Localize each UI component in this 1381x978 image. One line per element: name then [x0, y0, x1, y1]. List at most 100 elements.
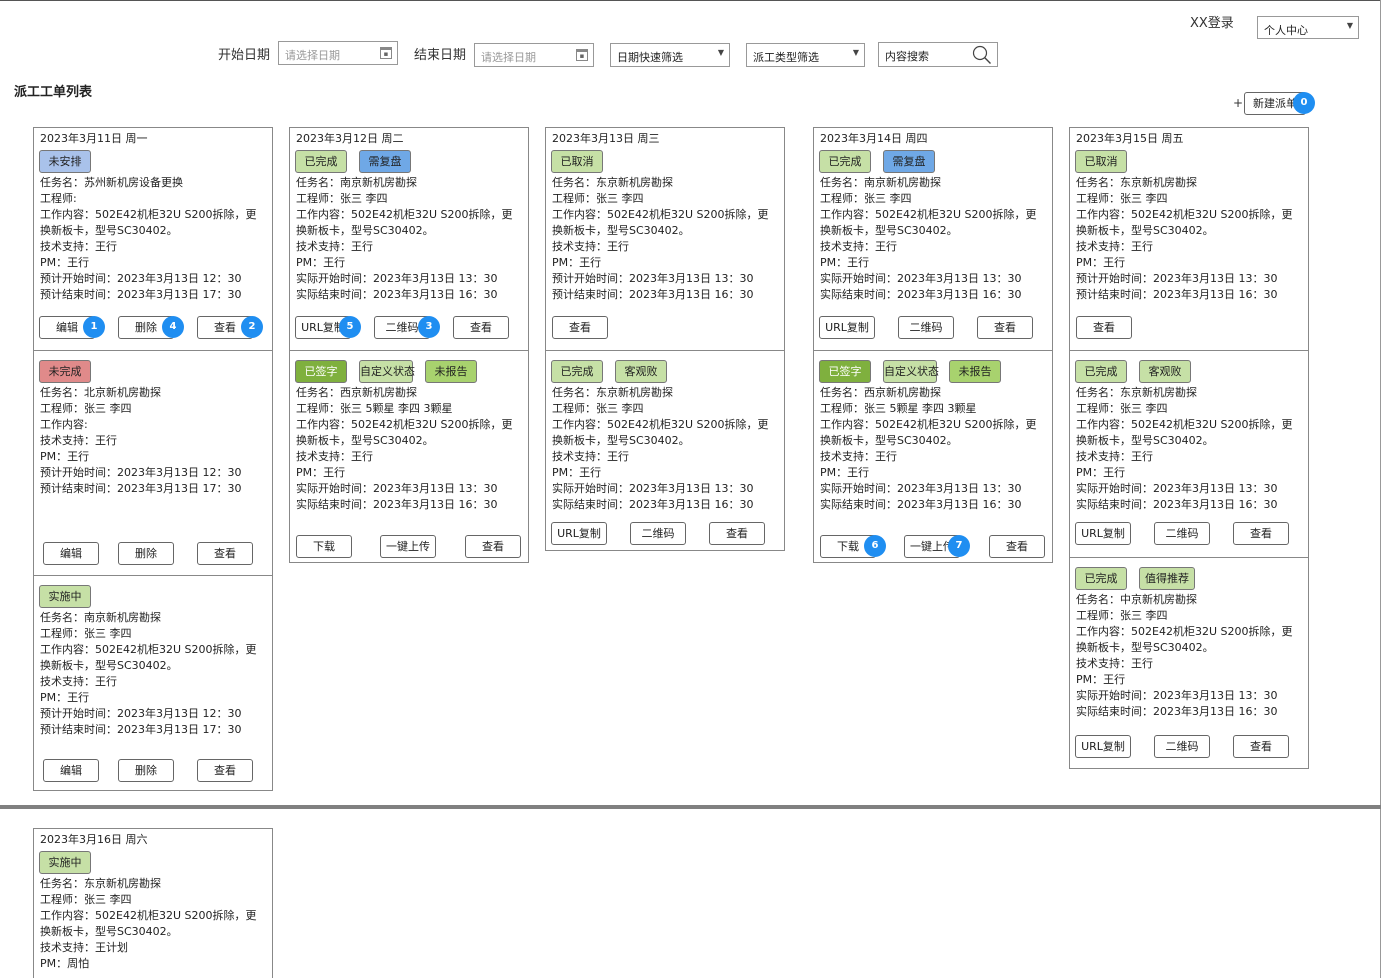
task-detail-line: 任务名：南京新机房勘探	[40, 611, 161, 624]
task-detail-line: 工程师：张三 李四	[296, 192, 388, 205]
step-marker: 3	[418, 316, 440, 338]
view-button[interactable]: 查看	[197, 759, 253, 782]
view-button[interactable]: 查看	[197, 542, 253, 565]
task-detail-line: 技术支持：王行	[296, 240, 373, 253]
start-date-placeholder: 请选择日期	[285, 49, 340, 62]
date-quick-filter-value: 日期快速筛选	[617, 51, 683, 64]
view-button[interactable]: 查看	[989, 535, 1045, 558]
task-detail-line: 实际开始时间：2023年3月13日 13：30	[820, 272, 1022, 285]
copy-url-button[interactable]: URL复制	[1075, 735, 1131, 758]
task-detail-line: 工程师：张三 李四	[40, 402, 132, 415]
task-detail-line: PM：王行	[1076, 466, 1126, 479]
top-border	[0, 0, 1381, 1]
task-detail-line: 技术支持：王行	[40, 675, 117, 688]
task-detail-line: PM：王行	[40, 256, 90, 269]
qr-code-button[interactable]: 二维码	[1154, 522, 1210, 545]
date-quick-filter-select[interactable]: 日期快速筛选 ▼	[610, 43, 730, 67]
needs-review-badge: 需复盘	[359, 150, 411, 173]
task-detail-line: 工作内容：502E42机柜32U S200拆除，更换新板卡，型号SC30402。	[40, 909, 257, 938]
qr-code-button[interactable]: 二维码	[630, 522, 686, 545]
task-detail-line: 预计开始时间：2023年3月13日 13：30	[1076, 272, 1278, 285]
signed-badge: 已签字	[295, 360, 347, 383]
task-detail-line: 实际结束时间：2023年3月13日 16：30	[820, 288, 1022, 301]
step-marker: 5	[339, 316, 361, 338]
task-details: 任务名：西京新机房勘探 工程师：张三 5颗星 李四 3颗星 工作内容：502E42机…	[296, 385, 522, 513]
task-details: 任务名：南京新机房勘探 工程师：张三 李四 工作内容：502E42机柜32U S20…	[40, 610, 266, 738]
task-detail-line: 工作内容：502E42机柜32U S200拆除，更换新板卡，型号SC30402。	[552, 208, 769, 237]
task-detail-line: 实际结束时间：2023年3月13日 16：30	[820, 498, 1022, 511]
custom-status-badge: 自定义状态	[883, 360, 939, 383]
page-title: 派工工单列表	[14, 85, 93, 100]
task-detail-line: 任务名：西京新机房勘探	[820, 386, 941, 399]
chevron-down-icon: ▼	[852, 48, 859, 57]
view-button[interactable]: 查看	[465, 535, 521, 558]
search-icon[interactable]	[972, 45, 992, 65]
day-column: 2023年3月15日 周五 已取消 任务名：东京新机房勘探 工程师：张三 李四 工作内容…	[1069, 127, 1309, 769]
not-reported-badge: 未报告	[425, 360, 477, 383]
search-placeholder: 内容搜索	[885, 50, 929, 63]
download-button[interactable]: 下载	[296, 535, 352, 558]
task-detail-line: PM：周怕	[40, 957, 90, 970]
task-detail-line: 工作内容：502E42机柜32U S200拆除，更换新板卡，型号SC30402。	[1076, 625, 1293, 654]
task-detail-line: 技术支持：王行	[820, 450, 897, 463]
view-button[interactable]: 查看	[1233, 522, 1289, 545]
qr-code-button[interactable]: 二维码	[1154, 735, 1210, 758]
dispatch-type-filter-select[interactable]: 派工类型筛选 ▼	[746, 43, 865, 67]
task-detail-line: 实际结束时间：2023年3月13日 16：30	[1076, 705, 1278, 718]
task-detail-line: 任务名：东京新机房勘探	[552, 176, 673, 189]
task-detail-line: 工作内容：502E42机柜32U S200拆除，更换新板卡，型号SC30402。	[820, 208, 1037, 237]
column-date: 2023年3月16日 周六	[40, 833, 148, 846]
column-date: 2023年3月12日 周二	[296, 132, 404, 145]
objective-fail-badge: 客观败	[615, 360, 667, 383]
calendar-icon: ▪	[576, 49, 588, 61]
task-detail-line: 工程师：张三 5颗星 李四 3颗星	[820, 402, 977, 415]
day-column: 2023年3月12日 周二 已完成 需复盘 任务名：南京新机房勘探 工程师：张三 李四工…	[289, 127, 529, 563]
login-text[interactable]: XX登录	[1190, 12, 1234, 31]
end-date-input[interactable]: 请选择日期 ▪	[474, 43, 594, 67]
task-detail-line: 工程师：张三 李四	[1076, 192, 1168, 205]
view-button[interactable]: 查看	[977, 316, 1033, 339]
task-detail-line: 技术支持：王行	[1076, 450, 1153, 463]
step-marker: 7	[948, 535, 970, 557]
task-detail-line: PM：王行	[40, 691, 90, 704]
task-detail-line: 技术支持：王行	[40, 240, 117, 253]
task-detail-line: 工作内容：502E42机柜32U S200拆除，更换新板卡，型号SC30402。	[820, 418, 1037, 447]
view-button[interactable]: 查看	[709, 522, 765, 545]
work-order-card: 2023年3月12日 周二 已完成 需复盘 任务名：南京新机房勘探 工程师：张三 李四工…	[290, 128, 528, 350]
user-center-select[interactable]: 个人中心 ▼	[1257, 16, 1359, 39]
objective-fail-badge: 客观败	[1139, 360, 1191, 383]
delete-button[interactable]: 删除	[118, 542, 174, 565]
view-button[interactable]: 查看	[552, 316, 608, 339]
view-button[interactable]: 查看	[453, 316, 509, 339]
completed-badge: 已完成	[295, 150, 347, 173]
task-detail-line: PM：王行	[552, 466, 602, 479]
step-marker: 1	[83, 316, 105, 338]
task-details: 任务名：中京新机房勘探 工程师：张三 李四 工作内容：502E42机柜32U S20…	[1076, 592, 1302, 720]
edit-button[interactable]: 编辑	[43, 542, 99, 565]
task-detail-line: 预计结束时间：2023年3月13日 17：30	[40, 723, 242, 736]
view-button[interactable]: 查看	[1233, 735, 1289, 758]
copy-url-button[interactable]: URL复制	[1075, 522, 1131, 545]
plus-icon: +	[1233, 96, 1244, 110]
copy-url-button[interactable]: URL复制	[819, 316, 875, 339]
view-button[interactable]: 查看	[1076, 316, 1132, 339]
start-date-input[interactable]: 请选择日期 ▪	[278, 41, 398, 65]
completed-badge: 已完成	[551, 360, 603, 383]
task-detail-line: PM：王行	[296, 466, 346, 479]
copy-url-button[interactable]: URL复制	[551, 522, 607, 545]
task-detail-line: 实际开始时间：2023年3月13日 13：30	[296, 482, 498, 495]
search-input[interactable]: 内容搜索	[878, 42, 998, 67]
task-detail-line: 实际开始时间：2023年3月13日 13：30	[552, 482, 754, 495]
dispatch-type-filter-value: 派工类型筛选	[753, 51, 819, 64]
task-detail-line: 技术支持：王计划	[40, 941, 128, 954]
task-detail-line: 预计结束时间：2023年3月13日 16：30	[1076, 288, 1278, 301]
task-detail-line: 技术支持：王行	[1076, 657, 1153, 670]
task-detail-line: 技术支持：王行	[40, 434, 117, 447]
edit-button[interactable]: 编辑	[43, 759, 99, 782]
task-detail-line: 工程师：张三 李四	[552, 402, 644, 415]
one-click-upload-button[interactable]: 一键上传	[380, 535, 436, 558]
task-detail-line: 实际结束时间：2023年3月13日 16：30	[296, 288, 498, 301]
user-center-value: 个人中心	[1264, 24, 1308, 37]
qr-code-button[interactable]: 二维码	[898, 316, 954, 339]
delete-button[interactable]: 删除	[118, 759, 174, 782]
